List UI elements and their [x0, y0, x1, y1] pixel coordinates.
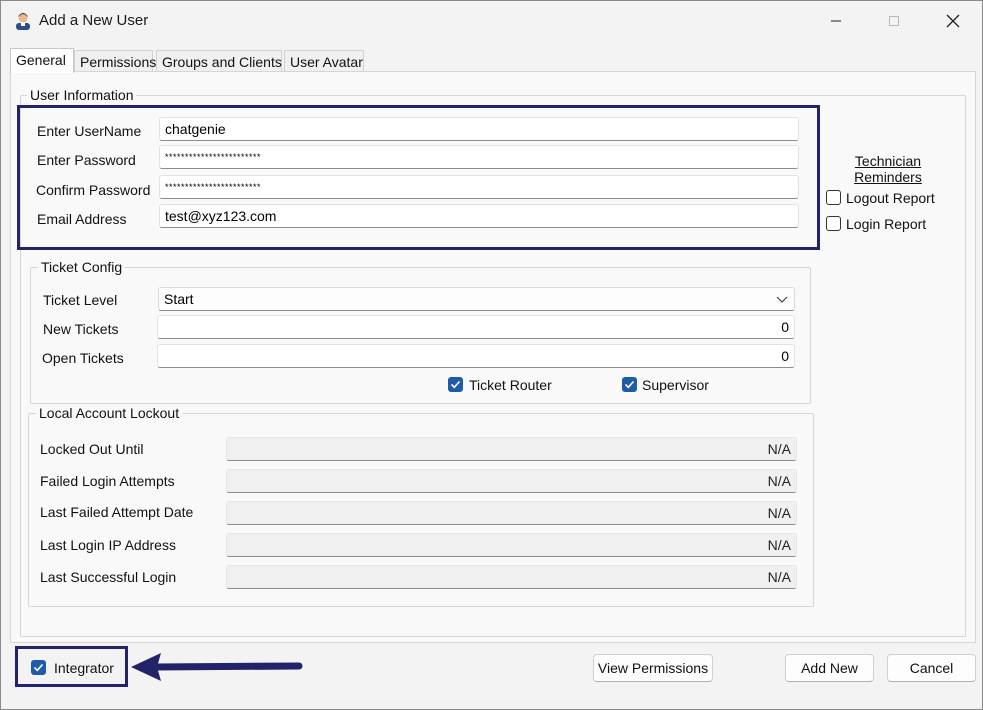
- tab-user-avatar[interactable]: User Avatar: [284, 50, 364, 72]
- open-tickets-input[interactable]: 0: [157, 344, 795, 368]
- user-information-legend: User Information: [27, 87, 137, 103]
- login-report-label[interactable]: Login Report: [846, 216, 926, 232]
- credentials-highlight-box: [17, 105, 820, 250]
- add-new-button[interactable]: Add New: [785, 654, 874, 682]
- checkmark-icon: [450, 380, 461, 389]
- add-user-dialog: Add a New User General Permissions Group…: [0, 0, 983, 710]
- failed-login-attempts-label: Failed Login Attempts: [40, 473, 175, 489]
- supervisor-checkbox[interactable]: [622, 377, 637, 392]
- new-tickets-input[interactable]: 0: [157, 315, 795, 339]
- logout-report-label[interactable]: Logout Report: [846, 190, 935, 206]
- technician-reminders-line1: Technician: [854, 153, 922, 169]
- title-bar[interactable]: Add a New User: [1, 1, 982, 41]
- local-account-lockout-legend: Local Account Lockout: [36, 405, 183, 421]
- maximize-icon: [889, 16, 899, 26]
- last-login-ip-value: N/A: [226, 533, 797, 557]
- new-tickets-label: New Tickets: [43, 321, 119, 337]
- technician-reminders-line2: Reminders: [854, 169, 922, 185]
- annotation-arrow-icon: [131, 653, 303, 681]
- ticket-router-checkbox[interactable]: [448, 377, 463, 392]
- ticket-level-select[interactable]: Start: [158, 287, 795, 311]
- user-icon: [13, 11, 33, 31]
- checkmark-icon: [624, 380, 635, 389]
- tab-groups-and-clients[interactable]: Groups and Clients: [156, 50, 282, 72]
- ticket-level-value: Start: [164, 291, 194, 307]
- view-permissions-button[interactable]: View Permissions: [593, 654, 713, 682]
- cancel-button[interactable]: Cancel: [887, 654, 976, 682]
- logout-report-checkbox[interactable]: [826, 190, 841, 205]
- close-button[interactable]: [930, 7, 976, 35]
- locked-out-until-label: Locked Out Until: [40, 441, 144, 457]
- minimize-button[interactable]: [813, 7, 859, 35]
- window-title: Add a New User: [39, 12, 149, 29]
- last-login-ip-label: Last Login IP Address: [40, 537, 176, 553]
- close-icon: [946, 14, 960, 28]
- last-successful-login-label: Last Successful Login: [40, 569, 177, 585]
- ticket-router-label[interactable]: Ticket Router: [469, 377, 552, 393]
- login-report-checkbox[interactable]: [826, 216, 841, 231]
- minimize-icon: [831, 20, 841, 22]
- chevron-down-icon: [776, 296, 788, 303]
- open-tickets-label: Open Tickets: [42, 350, 124, 366]
- tab-general[interactable]: General: [10, 48, 74, 73]
- last-successful-login-value: N/A: [226, 565, 797, 589]
- last-failed-attempt-date-value: N/A: [226, 501, 797, 525]
- tab-permissions[interactable]: Permissions: [74, 50, 156, 72]
- last-failed-attempt-date-label: Last Failed Attempt Date: [40, 504, 194, 520]
- integrator-highlight-box: [15, 646, 128, 687]
- maximize-button[interactable]: [871, 7, 917, 35]
- technician-reminders-heading: Technician Reminders: [851, 153, 925, 185]
- supervisor-label[interactable]: Supervisor: [642, 377, 709, 393]
- failed-login-attempts-value: N/A: [226, 469, 797, 493]
- ticket-config-legend: Ticket Config: [38, 259, 126, 275]
- ticket-level-label: Ticket Level: [43, 292, 118, 308]
- locked-out-until-value: N/A: [226, 437, 797, 461]
